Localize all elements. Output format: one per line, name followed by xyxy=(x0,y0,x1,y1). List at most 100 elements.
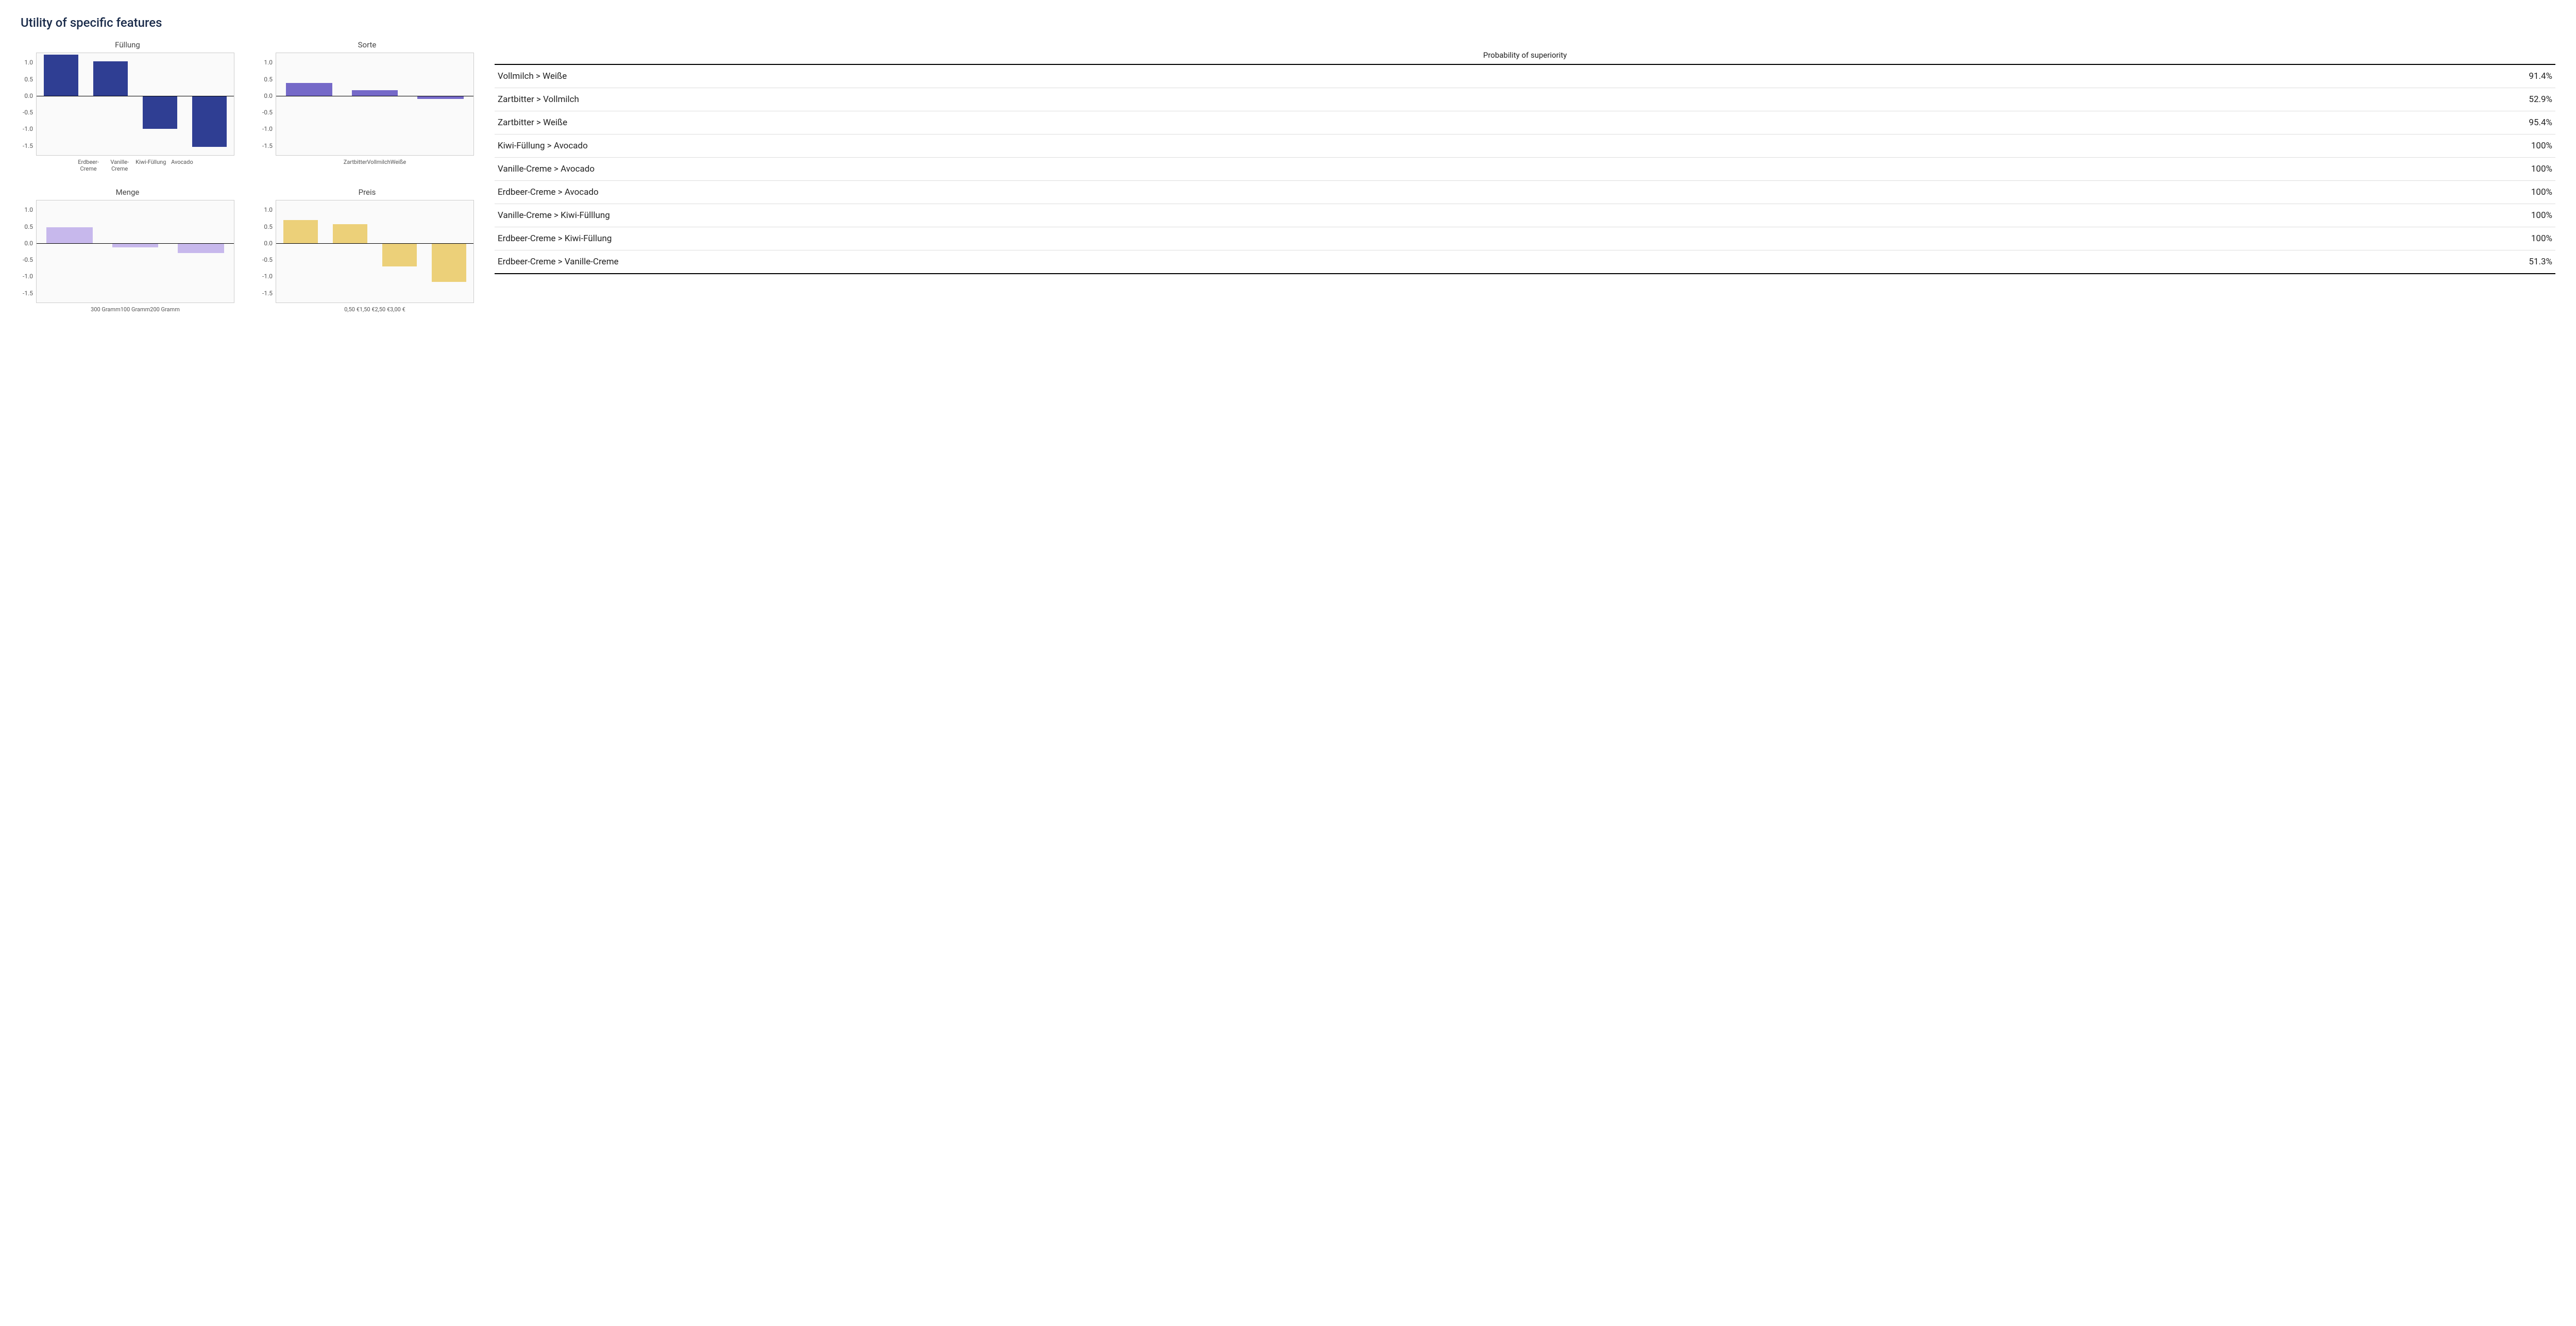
chart-füllung: Füllung1.00.50.0-0.5-1.0-1.5Erdbeer-Crem… xyxy=(21,40,234,172)
page-title: Utility of specific features xyxy=(21,15,2555,30)
bar xyxy=(143,96,177,129)
row-label: Erdbeer-Creme > Kiwi-Füllung xyxy=(498,233,612,244)
row-label: Erdbeer-Creme > Avocado xyxy=(498,187,599,197)
bar-slot xyxy=(342,53,408,155)
y-tick-label: -1.5 xyxy=(23,142,33,149)
y-tick-label: -1.5 xyxy=(262,142,273,149)
row-value: 100% xyxy=(2531,164,2552,174)
bar xyxy=(192,96,227,147)
bars-container xyxy=(37,53,234,155)
bar xyxy=(283,220,318,243)
y-tick-label: 1.0 xyxy=(24,59,33,66)
chart-title: Füllung xyxy=(115,40,140,49)
plot-area xyxy=(276,200,474,303)
row-label: Kiwi-Füllung > Avocado xyxy=(498,141,588,151)
bar xyxy=(432,243,466,282)
zero-line xyxy=(276,243,473,244)
row-value: 52.9% xyxy=(2529,94,2552,105)
table-row: Vanille-Creme > Avocado100% xyxy=(495,158,2555,181)
table-row: Erdbeer-Creme > Vanille-Creme51.3% xyxy=(495,250,2555,274)
table-row: Erdbeer-Creme > Kiwi-Füllung 100% xyxy=(495,227,2555,250)
main-layout: Füllung 1.0 0.5 0.0 -0.5 -1.0 -1.5 Erdbeer-Crem… xyxy=(21,40,2555,313)
x-tick-label: 300 Gramm xyxy=(91,306,121,313)
bar-slot xyxy=(276,200,326,303)
y-axis: 1.00.50.0-0.5-1.0-1.5 xyxy=(21,53,36,156)
x-axis: 0,50 €1,50 €2,50 €3,00 € xyxy=(344,306,405,313)
y-tick-label: -0.5 xyxy=(262,109,273,116)
y-tick-label: -1.0 xyxy=(262,125,273,132)
table-row: Vollmilch > Weiße91.4% xyxy=(495,65,2555,88)
y-tick-label: 0.0 xyxy=(24,240,33,247)
x-tick-label: Erdbeer-Creme xyxy=(73,159,104,172)
bar xyxy=(178,243,224,253)
y-axis: 1.00.50.0-0.5-1.0-1.5 xyxy=(260,53,276,156)
y-tick-label: -1.0 xyxy=(23,273,33,280)
row-label: Vanille-Creme > Kiwi-Fülllung xyxy=(498,210,610,221)
y-tick-label: -1.0 xyxy=(23,125,33,132)
y-axis: 1.0 0.5 0.0 -0.5 -1.0 -1.5 xyxy=(21,200,36,303)
bar-slot xyxy=(37,200,103,303)
bar xyxy=(93,61,128,96)
bar-slot xyxy=(184,53,234,155)
plot-area xyxy=(36,53,234,156)
plot-row: 1.00.50.0-0.5-1.0-1.5 xyxy=(260,53,474,156)
table-row: Kiwi-Füllung > Avocado 100% xyxy=(495,135,2555,158)
y-tick-label: 0.0 xyxy=(264,240,273,247)
x-axis: Erdbeer-CremeVanille-CremeKiwi-FüllungAv… xyxy=(73,159,198,172)
y-tick-label: 1.0 xyxy=(264,206,273,213)
bar-slot xyxy=(37,53,86,155)
chart-preis: Preis1.00.50.0-0.5-1.0-1.50,50 €1,50 €2,… xyxy=(260,188,474,313)
table-row: Erdbeer-Creme > Avocado 100% xyxy=(495,181,2555,204)
y-tick-label: 1.0 xyxy=(264,59,273,66)
chart-title: Sorte xyxy=(358,40,377,49)
chart-sorte: Sorte1.00.50.0-0.5-1.0-1.5ZartbitterVoll… xyxy=(260,40,474,172)
x-tick-label: 1,50 € xyxy=(360,306,375,313)
x-tick-label: 0,50 € xyxy=(344,306,360,313)
y-tick-label: 0.5 xyxy=(24,76,33,83)
x-tick-label: Weiße xyxy=(391,159,406,165)
bar-slot xyxy=(375,200,425,303)
bar xyxy=(112,243,158,247)
bar-slot xyxy=(424,200,473,303)
x-tick-label: Avocado xyxy=(166,159,198,172)
y-tick-label: -0.5 xyxy=(262,256,273,263)
bar-slot xyxy=(86,53,135,155)
table-row: Vanille-Creme > Kiwi-Fülllung100% xyxy=(495,204,2555,227)
x-tick-label: Kiwi-Füllung xyxy=(135,159,166,172)
bars-container xyxy=(37,200,234,303)
table-row: Zartbitter > Vollmilch 52.9% xyxy=(495,88,2555,111)
y-tick-label: -1.5 xyxy=(23,290,33,297)
y-tick-label: 1.0 xyxy=(24,206,33,213)
plot-row: 1.0 0.5 0.0 -0.5 -1.0 -1.5 xyxy=(21,200,234,303)
bar-slot xyxy=(408,53,473,155)
y-tick-label: -1.0 xyxy=(262,273,273,280)
y-tick-label: 0.5 xyxy=(24,223,33,230)
bar-slot xyxy=(276,53,342,155)
row-value: 100% xyxy=(2531,187,2552,197)
y-axis: 1.00.50.0-0.5-1.0-1.5 xyxy=(260,200,276,303)
plot-area xyxy=(36,200,234,303)
row-label: Erdbeer-Creme > Vanille-Creme xyxy=(498,257,619,267)
bar xyxy=(382,243,417,266)
bars-container xyxy=(276,53,473,155)
bars-container xyxy=(276,200,473,303)
bar xyxy=(286,83,332,96)
bar-slot xyxy=(326,200,375,303)
probability-table: Probability of superiority Vollmilch > W… xyxy=(495,51,2555,274)
bar xyxy=(352,90,398,96)
table-row: Zartbitter > Weiße95.4% xyxy=(495,111,2555,135)
x-tick-label: 2,50 € xyxy=(375,306,391,313)
x-axis: ZartbitterVollmilchWeiße xyxy=(344,159,406,165)
row-value: 100% xyxy=(2531,233,2552,244)
x-axis: 300 Gramm100 Gramm200 Gramm xyxy=(91,306,180,313)
bar-slot xyxy=(168,200,234,303)
row-value: 100% xyxy=(2531,141,2552,151)
x-tick-label: Vanille-Creme xyxy=(104,159,135,172)
chart-title: Preis xyxy=(359,188,376,197)
row-label: Zartbitter > Vollmilch xyxy=(498,94,579,105)
table-header: Probability of superiority xyxy=(495,51,2555,65)
plot-row: 1.00.50.0-0.5-1.0-1.5 xyxy=(21,53,234,156)
y-tick-label: 0.0 xyxy=(24,92,33,99)
row-value: 91.4% xyxy=(2529,71,2552,81)
y-tick-label: -0.5 xyxy=(23,256,33,263)
